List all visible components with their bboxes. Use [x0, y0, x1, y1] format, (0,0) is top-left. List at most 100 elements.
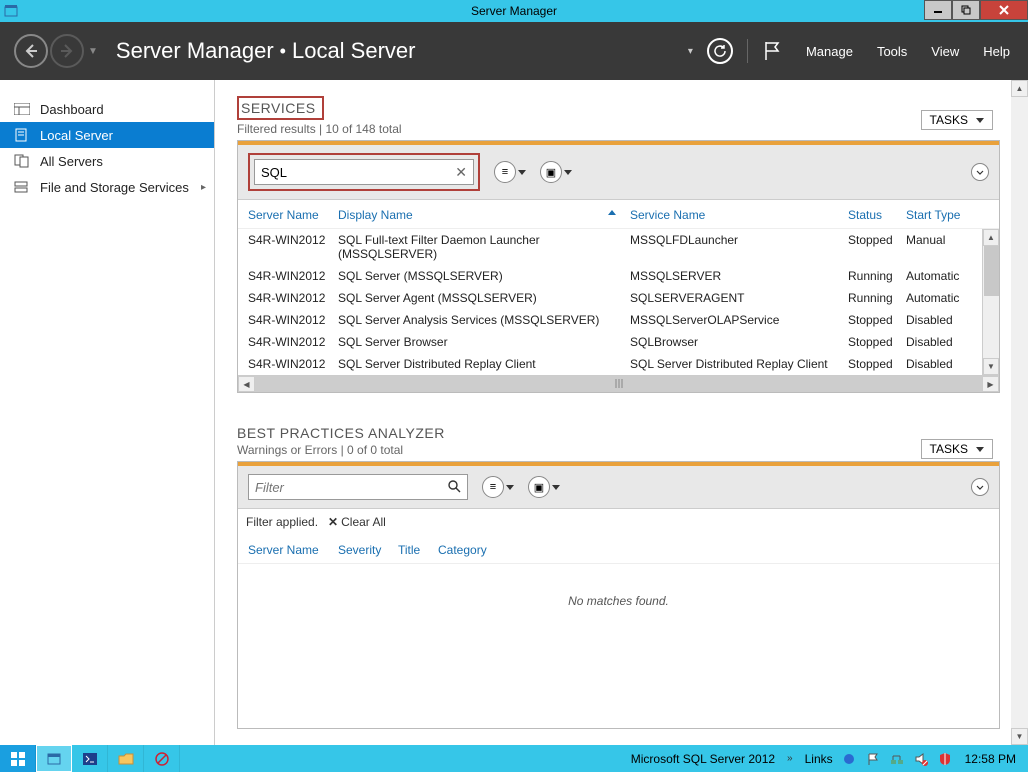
menu-tools[interactable]: Tools	[877, 44, 907, 59]
scroll-down-icon[interactable]: ▼	[983, 358, 999, 375]
cell-start: Automatic	[902, 291, 970, 305]
maximize-button[interactable]	[952, 0, 980, 20]
storage-icon	[14, 179, 32, 195]
tray-icon-sound[interactable]	[913, 751, 929, 767]
minimize-button[interactable]	[924, 0, 952, 20]
scroll-track[interactable]	[255, 376, 982, 392]
view-options-button[interactable]: ≡	[482, 476, 514, 498]
bpa-grid-header: Server Name Severity Title Category	[238, 535, 999, 564]
cell-start: Disabled	[902, 335, 970, 349]
table-row[interactable]: S4R-WIN2012SQL Server Analysis Services …	[238, 309, 999, 331]
window-controls	[924, 0, 1028, 20]
taskbar: Microsoft SQL Server 2012 » Links 12:58 …	[0, 745, 1028, 772]
refresh-button[interactable]	[707, 38, 733, 64]
horizontal-scrollbar[interactable]: ◀ ▶	[238, 375, 999, 392]
col-severity[interactable]: Severity	[334, 543, 394, 557]
links-label[interactable]: Links	[805, 752, 833, 766]
expand-button[interactable]	[971, 163, 989, 181]
bpa-toolbar: ≡ ▣	[238, 466, 999, 509]
sort-asc-icon	[608, 210, 616, 215]
services-title: SERVICES	[241, 100, 316, 116]
sidebar-item-file-storage[interactable]: File and Storage Services ▸	[0, 174, 214, 200]
cell-service: SQLBrowser	[626, 335, 844, 349]
system-tray: Microsoft SQL Server 2012 » Links 12:58 …	[631, 751, 1028, 767]
scroll-left-icon[interactable]: ◀	[238, 376, 255, 392]
clear-filter-icon[interactable]: ✕	[455, 164, 467, 181]
sidebar-item-local-server[interactable]: Local Server	[0, 122, 214, 148]
services-grid-body: S4R-WIN2012SQL Full-text Filter Daemon L…	[238, 229, 999, 375]
scroll-right-icon[interactable]: ▶	[982, 376, 999, 392]
tasks-label: TASKS	[930, 113, 968, 127]
view-options-button[interactable]: ≡	[494, 161, 526, 183]
flag-icon[interactable]	[762, 40, 782, 62]
start-button[interactable]	[0, 745, 36, 772]
col-server-name[interactable]: Server Name	[244, 543, 334, 557]
col-display-name[interactable]: Display Name	[334, 208, 626, 222]
cell-server: S4R-WIN2012	[244, 313, 334, 327]
col-server-name[interactable]: Server Name	[244, 208, 334, 222]
save-options-button[interactable]: ▣	[540, 161, 572, 183]
scroll-thumb[interactable]	[984, 246, 999, 296]
close-button[interactable]	[980, 0, 1028, 20]
cell-status: Stopped	[844, 233, 902, 261]
table-row[interactable]: S4R-WIN2012SQL Server Agent (MSSQLSERVER…	[238, 287, 999, 309]
table-row[interactable]: S4R-WIN2012SQL Server Distributed Replay…	[238, 353, 999, 375]
bpa-tasks-button[interactable]: TASKS	[921, 439, 993, 459]
cell-display: SQL Server Analysis Services (MSSQLSERVE…	[334, 313, 626, 327]
scroll-down-icon[interactable]: ▼	[1011, 728, 1028, 745]
services-tasks-button[interactable]: TASKS	[921, 110, 993, 130]
menu-manage[interactable]: Manage	[806, 44, 853, 59]
save-options-button[interactable]: ▣	[528, 476, 560, 498]
content-vertical-scrollbar[interactable]: ▲ ▼	[1011, 80, 1028, 745]
dashboard-icon	[14, 101, 32, 117]
no-matches-label: No matches found.	[238, 564, 999, 728]
expand-button[interactable]	[971, 478, 989, 496]
list-icon: ≡	[482, 476, 504, 498]
task-server-manager[interactable]	[36, 745, 72, 772]
chevron-icon: »	[787, 753, 793, 764]
search-icon[interactable]	[447, 479, 461, 496]
scroll-up-icon[interactable]: ▲	[983, 229, 999, 246]
tray-icon-network[interactable]	[889, 751, 905, 767]
sidebar-item-all-servers[interactable]: All Servers	[0, 148, 214, 174]
task-explorer[interactable]	[108, 745, 144, 772]
col-status[interactable]: Status	[844, 208, 902, 222]
col-title[interactable]: Title	[394, 543, 434, 557]
clock[interactable]: 12:58 PM	[961, 752, 1020, 766]
col-start-type[interactable]: Start Type	[902, 208, 970, 222]
forward-button[interactable]	[50, 34, 84, 68]
tray-icon-1[interactable]	[841, 751, 857, 767]
status-text: Microsoft SQL Server 2012	[631, 752, 775, 766]
chevron-down-icon	[506, 485, 514, 490]
cell-start: Automatic	[902, 269, 970, 283]
services-grid-header: Server Name Display Name Service Name St…	[238, 200, 999, 229]
table-row[interactable]: S4R-WIN2012SQL Full-text Filter Daemon L…	[238, 229, 999, 265]
menu-help[interactable]: Help	[983, 44, 1010, 59]
col-service-name[interactable]: Service Name	[626, 208, 844, 222]
cell-status: Running	[844, 269, 902, 283]
filter-applied-row: Filter applied. ✕Clear All	[238, 509, 999, 535]
tray-icon-shield[interactable]	[937, 751, 953, 767]
task-powershell[interactable]	[72, 745, 108, 772]
history-dropdown-icon[interactable]: ▼	[88, 46, 98, 57]
sidebar: Dashboard Local Server All Servers File …	[0, 80, 215, 745]
vertical-scrollbar[interactable]: ▲ ▼	[982, 229, 999, 375]
cell-server: S4R-WIN2012	[244, 233, 334, 261]
back-button[interactable]	[14, 34, 48, 68]
services-filter-input[interactable]	[261, 165, 467, 180]
breadcrumb-more-icon[interactable]: ▾	[688, 46, 693, 57]
menu-view[interactable]: View	[931, 44, 959, 59]
table-row[interactable]: S4R-WIN2012SQL Server (MSSQLSERVER)MSSQL…	[238, 265, 999, 287]
chevron-down-icon	[518, 170, 526, 175]
task-blocked[interactable]	[144, 745, 180, 772]
scroll-up-icon[interactable]: ▲	[1011, 80, 1028, 97]
clear-all-button[interactable]: ✕Clear All	[328, 515, 386, 529]
sidebar-item-dashboard[interactable]: Dashboard	[0, 96, 214, 122]
breadcrumb-root[interactable]: Server Manager	[116, 38, 274, 64]
tray-icon-flag[interactable]	[865, 751, 881, 767]
bpa-filter-input[interactable]	[255, 480, 461, 495]
cell-server: S4R-WIN2012	[244, 357, 334, 371]
breadcrumb-location[interactable]: Local Server	[292, 38, 416, 64]
table-row[interactable]: S4R-WIN2012SQL Server BrowserSQLBrowserS…	[238, 331, 999, 353]
col-category[interactable]: Category	[434, 543, 504, 557]
